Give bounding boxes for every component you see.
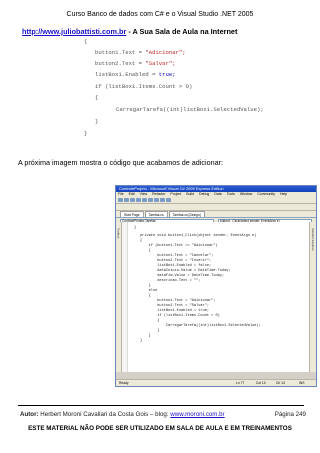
menu-item-window[interactable]: Window — [240, 192, 252, 196]
author-text: Herbert Moroni Cavallari da Costa Gois –… — [38, 411, 171, 418]
tab-start-page[interactable]: Start Page — [120, 211, 144, 217]
editor-line: if (button1.Text == "Adicionar") — [140, 244, 218, 248]
save-icon[interactable] — [130, 198, 135, 202]
redo-icon[interactable] — [160, 198, 165, 202]
editor-line: } — [140, 339, 143, 343]
editor-line: button1.Text = "Adicionar"; — [140, 299, 216, 303]
code-editor[interactable]: } private void button1_Click(object send… — [122, 222, 309, 372]
toolbox-label: Toolbox — [116, 228, 121, 239]
site-url-link[interactable]: http://www.juliobattisti.com.br — [22, 27, 126, 36]
tab-tarefas-design[interactable]: Tarefas.cs [Design] — [168, 211, 205, 217]
editor-line: { — [140, 294, 151, 298]
status-col: Col 14 — [256, 381, 266, 385]
editor-line: button2.Text = "Inserir"; — [140, 259, 212, 263]
site-tagline: A Sua Sala de Aula na Internet — [132, 27, 238, 36]
menu-item-data[interactable]: Data — [214, 192, 221, 196]
code-line: { — [84, 38, 88, 45]
code-line: if (listBox1.Items.Count > 0) — [95, 83, 193, 90]
author-line: Autor: Herbert Moroni Cavallari da Costa… — [20, 411, 225, 418]
ide-menubar: File Edit View Refactor Project Build De… — [116, 192, 316, 197]
editor-line: listBox1.Enabled = true; — [140, 309, 210, 313]
menu-item-community[interactable]: Community — [257, 192, 275, 196]
code-line: button2.Text = "Salvar"; — [95, 60, 176, 67]
editor-line: { — [140, 319, 160, 323]
editor-line: } — [140, 329, 160, 333]
menu-item-edit[interactable]: Edit — [129, 192, 135, 196]
status-char: Ch 14 — [276, 381, 285, 385]
editor-line: private void button1_Click(object sender… — [140, 234, 257, 238]
editor-line: { — [140, 239, 143, 243]
menu-item-help[interactable]: Help — [280, 192, 287, 196]
menu-item-view[interactable]: View — [140, 192, 148, 196]
solution-explorer-panel[interactable]: Solution Explorer — [309, 222, 316, 372]
body-paragraph: A próxima imagem mostra o código que aca… — [18, 158, 223, 167]
editor-margin — [122, 222, 128, 372]
ide-screenshot: ControleProjeto - Microsoft Visual C# 20… — [115, 185, 317, 387]
solution-explorer-label: Solution Explorer — [311, 228, 315, 251]
menu-item-debug[interactable]: Debug — [199, 192, 209, 196]
menu-item-build[interactable]: Build — [186, 192, 194, 196]
menu-item-project[interactable]: Project — [170, 192, 181, 196]
open-file-icon[interactable] — [124, 198, 129, 202]
copy-icon[interactable] — [142, 198, 147, 202]
editor-line: } — [134, 226, 137, 230]
page-number: Página 249 — [274, 411, 306, 418]
ide-statusbar: Ready Ln 77 Col 14 Ch 14 INS — [116, 379, 316, 386]
code-line: } — [84, 130, 88, 137]
new-file-icon[interactable] — [118, 198, 123, 202]
editor-line: { — [140, 249, 151, 253]
blog-link[interactable]: www.moroni.com.br — [170, 411, 224, 418]
editor-line: dataFim.Value = DateTime.Today; — [140, 274, 225, 278]
page-header-title: Curso Banco de dados com C# e o Visual S… — [66, 11, 254, 18]
footer-divider — [18, 405, 304, 406]
ide-toolbar-secondary — [116, 204, 316, 211]
editor-line: } — [140, 284, 151, 288]
paste-icon[interactable] — [148, 198, 153, 202]
ide-tabs: Start Page Tarefas.cs Tarefas.cs [Design… — [116, 211, 316, 218]
site-banner: http://www.juliobattisti.com.br - A Sua … — [22, 27, 312, 36]
code-line: { — [95, 94, 99, 101]
code-line: CarregarTarefa((int)listBox1.SelectedVal… — [116, 106, 264, 113]
editor-line: descricao.Text = ""; — [140, 279, 201, 283]
status-line: Ln 77 — [236, 381, 245, 385]
code-line: button1.Text = "Adicionar"; — [95, 49, 186, 56]
menu-item-refactor[interactable]: Refactor — [152, 192, 165, 196]
tab-tarefas-cs[interactable]: Tarefas.cs — [144, 211, 168, 217]
editor-line: } — [140, 334, 151, 338]
editor-line: if (listBox1.Items.Count > 0) — [140, 314, 220, 318]
status-ready: Ready — [119, 381, 129, 385]
editor-line: listBox1.Enabled = false; — [140, 264, 212, 268]
editor-line: dataInicio.Value = DateTime.Today; — [140, 269, 231, 273]
author-label: Autor: — [20, 411, 39, 418]
cut-icon[interactable] — [136, 198, 141, 202]
editor-line: button1.Text = "Cancelar"; — [140, 254, 214, 258]
usage-notice: ESTE MATERIAL NÃO PODE SER UTILIZADO EM … — [28, 425, 292, 432]
editor-line: CarregarTarefa((int)listBox1.SelectedVal… — [140, 324, 261, 328]
editor-line: button2.Text = "Salvar"; — [140, 304, 210, 308]
status-mode: INS — [299, 381, 305, 385]
code-line: listBox1.Enabled = true; — [95, 71, 176, 78]
ide-toolbar — [116, 197, 316, 204]
code-line: } — [95, 118, 99, 125]
menu-item-tools[interactable]: Tools — [227, 192, 235, 196]
editor-line: else — [140, 289, 158, 293]
run-icon[interactable] — [166, 198, 171, 202]
menu-item-file[interactable]: File — [118, 192, 124, 196]
undo-icon[interactable] — [154, 198, 159, 202]
